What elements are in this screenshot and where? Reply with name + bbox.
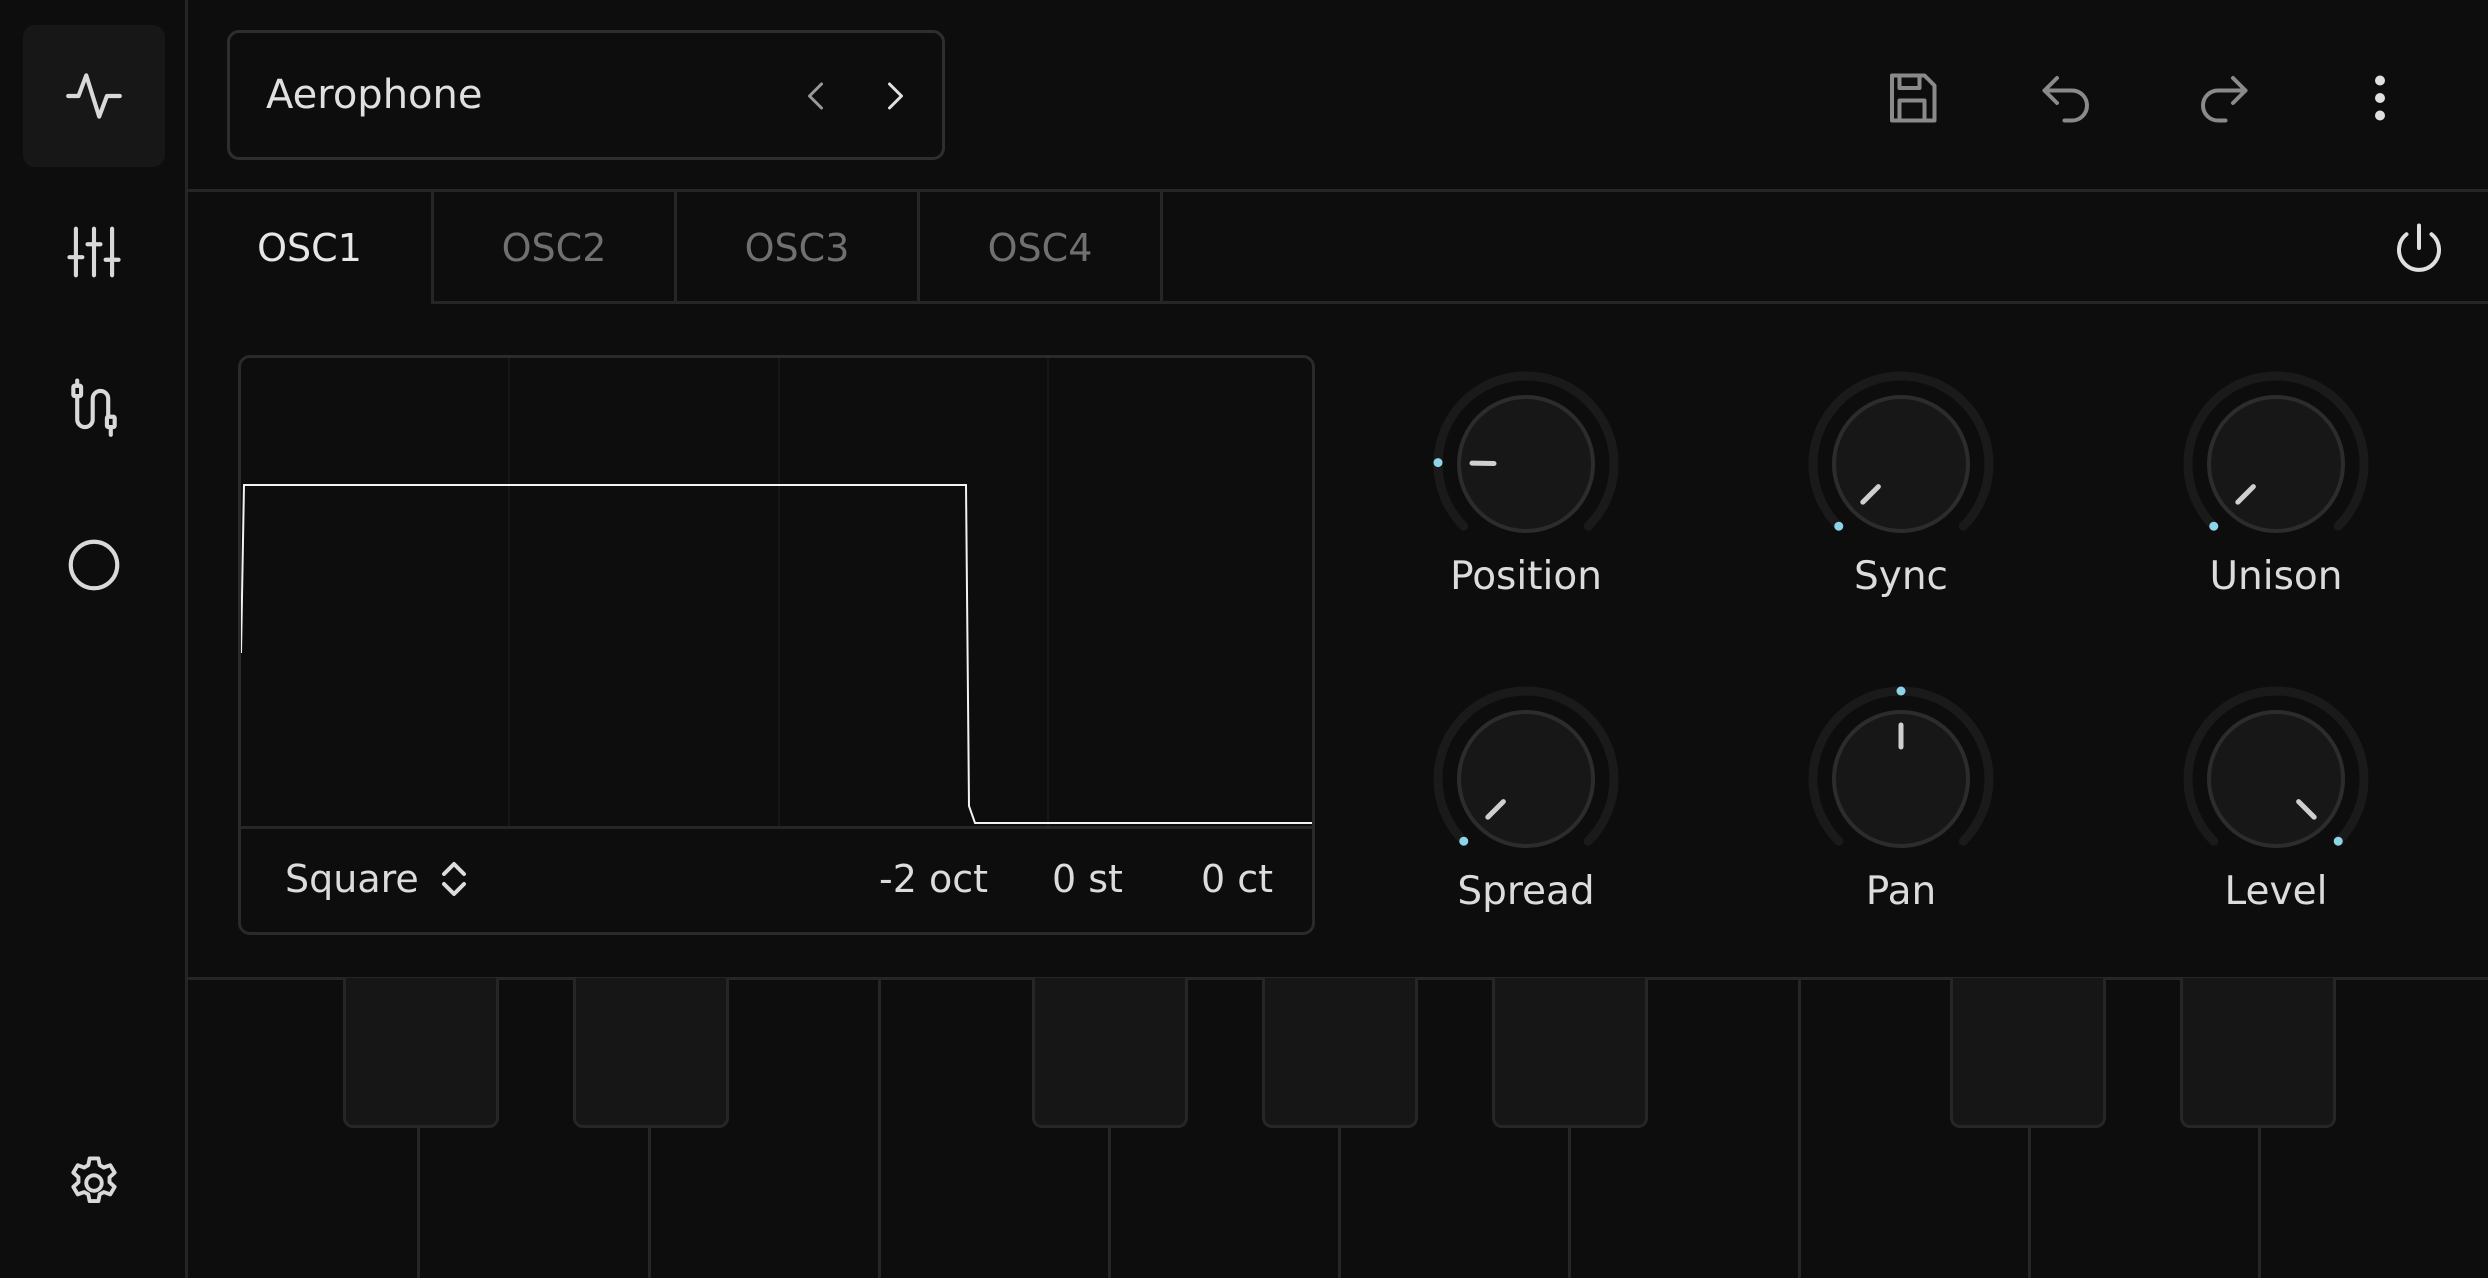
knob-label: Spread [1457,869,1595,914]
black-key[interactable] [1262,978,1418,1128]
knob-dial [2183,686,2369,848]
knob-body [2207,395,2345,533]
more-vertical-icon [2375,75,2385,121]
prev-preset-button[interactable] [790,69,844,123]
piano-keyboard[interactable] [188,978,2488,1278]
knob-label: Unison [2209,554,2343,599]
redo-button[interactable] [2183,58,2263,138]
save-icon [1890,73,1937,123]
sidebar [0,0,188,1278]
black-key[interactable] [343,978,499,1128]
knob-value-dot [1433,458,1443,468]
black-key[interactable] [1492,978,1648,1128]
knob-dial [1808,686,1994,848]
knob-value-dot [2333,836,2343,846]
preset-name: Aerophone [266,72,483,118]
knob-dial [2183,371,2369,533]
circle-icon [68,539,120,591]
undo-button[interactable] [2027,58,2107,138]
knob-position[interactable]: Position [1426,364,1626,634]
sidebar-item-oscillator[interactable] [23,25,165,167]
tab-osc2[interactable]: OSC2 [434,192,674,304]
black-key[interactable] [1950,978,2106,1128]
knob-body [1457,710,1595,848]
chevron-up-down-icon [441,862,466,896]
knob-dial [1433,686,1619,848]
black-key[interactable] [573,978,729,1128]
chevron-right-icon [888,82,903,110]
knob-value-dot [1896,686,1906,696]
next-preset-button[interactable] [867,69,921,123]
synth-app: Aerophone OSC1 OSC2 OSC3 OSC4 Square -2 … [0,0,2488,1278]
tab-separator [1160,192,1163,304]
waveform-icon [66,73,122,119]
white-key-separator [878,978,881,1278]
knob-spread[interactable]: Spread [1426,679,1626,949]
sidebar-item-routing[interactable] [23,338,165,480]
black-key[interactable] [2180,978,2336,1128]
gear-icon [71,1156,117,1204]
knob-level[interactable]: Level [2176,679,2376,949]
knob-value-dot [2209,521,2219,531]
power-icon [2397,223,2441,272]
white-key-separator [1798,978,1801,1278]
knob-unison[interactable]: Unison [2176,364,2376,634]
knob-body [1832,395,1970,533]
tab-osc4[interactable]: OSC4 [920,192,1160,304]
preset-selector[interactable]: Aerophone [227,30,945,160]
knob-dial [1433,371,1619,533]
waveform-panel: Square -2 oct 0 st 0 ct [238,355,1315,935]
waveform-type-label: Square [285,857,419,901]
undo-icon [2042,76,2089,123]
tabs-divider [431,301,2488,304]
knob-label: Level [2224,869,2328,914]
waveform-type-select[interactable]: Square [285,826,469,932]
semitone-value[interactable]: 0 st [1052,826,1123,932]
redo-icon [2201,76,2248,123]
sliders-icon [67,226,121,278]
knob-pan[interactable]: Pan [1801,679,2001,949]
patch-cable-icon [71,378,117,437]
knob-label: Sync [1854,554,1948,599]
knob-label: Pan [1865,869,1937,914]
knob-value-dot [1834,521,1844,531]
black-key[interactable] [1032,978,1188,1128]
knob-sync[interactable]: Sync [1801,364,2001,634]
octave-value[interactable]: -2 oct [879,826,988,932]
tab-osc3[interactable]: OSC3 [677,192,917,304]
waveform-display [241,358,1312,826]
chevron-left-icon [808,82,823,110]
waveform-trace [241,484,1312,824]
sidebar-item-mixer[interactable] [23,181,165,323]
oscillator-power-button[interactable] [2379,208,2459,288]
sidebar-item-effects[interactable] [23,494,165,636]
cents-value[interactable]: 0 ct [1201,826,1273,932]
more-options-button[interactable] [2340,58,2420,138]
tab-osc1[interactable]: OSC1 [188,192,431,304]
save-button[interactable] [1872,58,1952,138]
knob-body [2207,710,2345,848]
knob-value-dot [1459,836,1469,846]
knob-label: Position [1450,554,1602,599]
knob-dial [1808,371,1994,533]
settings-button[interactable] [23,1112,165,1254]
